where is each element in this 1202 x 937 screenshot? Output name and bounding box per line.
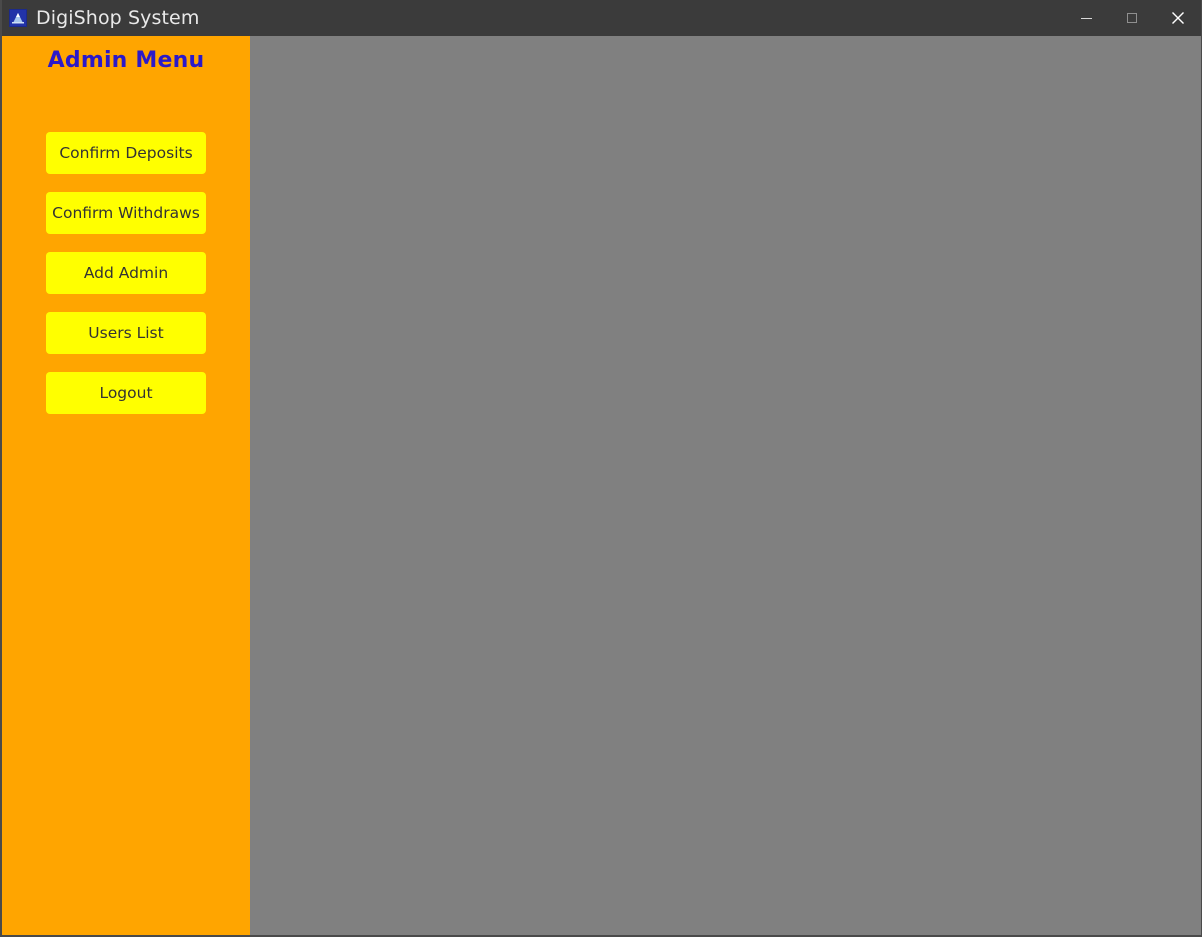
- mountain-app-icon: [9, 9, 27, 27]
- minimize-icon: [1080, 17, 1092, 19]
- main-content-area[interactable]: [250, 36, 1201, 935]
- add-admin-button[interactable]: Add Admin: [46, 252, 206, 294]
- close-button[interactable]: [1155, 0, 1201, 36]
- admin-menu-heading: Admin Menu: [47, 48, 205, 73]
- application-window: DigiShop System Admin Menu Confirm Depos…: [0, 0, 1202, 937]
- users-list-button[interactable]: Users List: [46, 312, 206, 354]
- confirm-withdraws-button[interactable]: Confirm Withdraws: [46, 192, 206, 234]
- window-controls: [1063, 0, 1201, 36]
- maximize-button[interactable]: [1109, 0, 1155, 36]
- confirm-deposits-button[interactable]: Confirm Deposits: [46, 132, 206, 174]
- admin-menu-button-group: Confirm Deposits Confirm Withdraws Add A…: [46, 132, 206, 432]
- minimize-button[interactable]: [1063, 0, 1109, 36]
- window-title: DigiShop System: [36, 7, 200, 29]
- close-icon: [1172, 12, 1184, 24]
- admin-sidebar: Admin Menu Confirm Deposits Confirm With…: [2, 36, 250, 935]
- maximize-icon: [1127, 13, 1137, 23]
- title-bar[interactable]: DigiShop System: [2, 0, 1201, 36]
- logout-button[interactable]: Logout: [46, 372, 206, 414]
- window-body: Admin Menu Confirm Deposits Confirm With…: [2, 36, 1201, 935]
